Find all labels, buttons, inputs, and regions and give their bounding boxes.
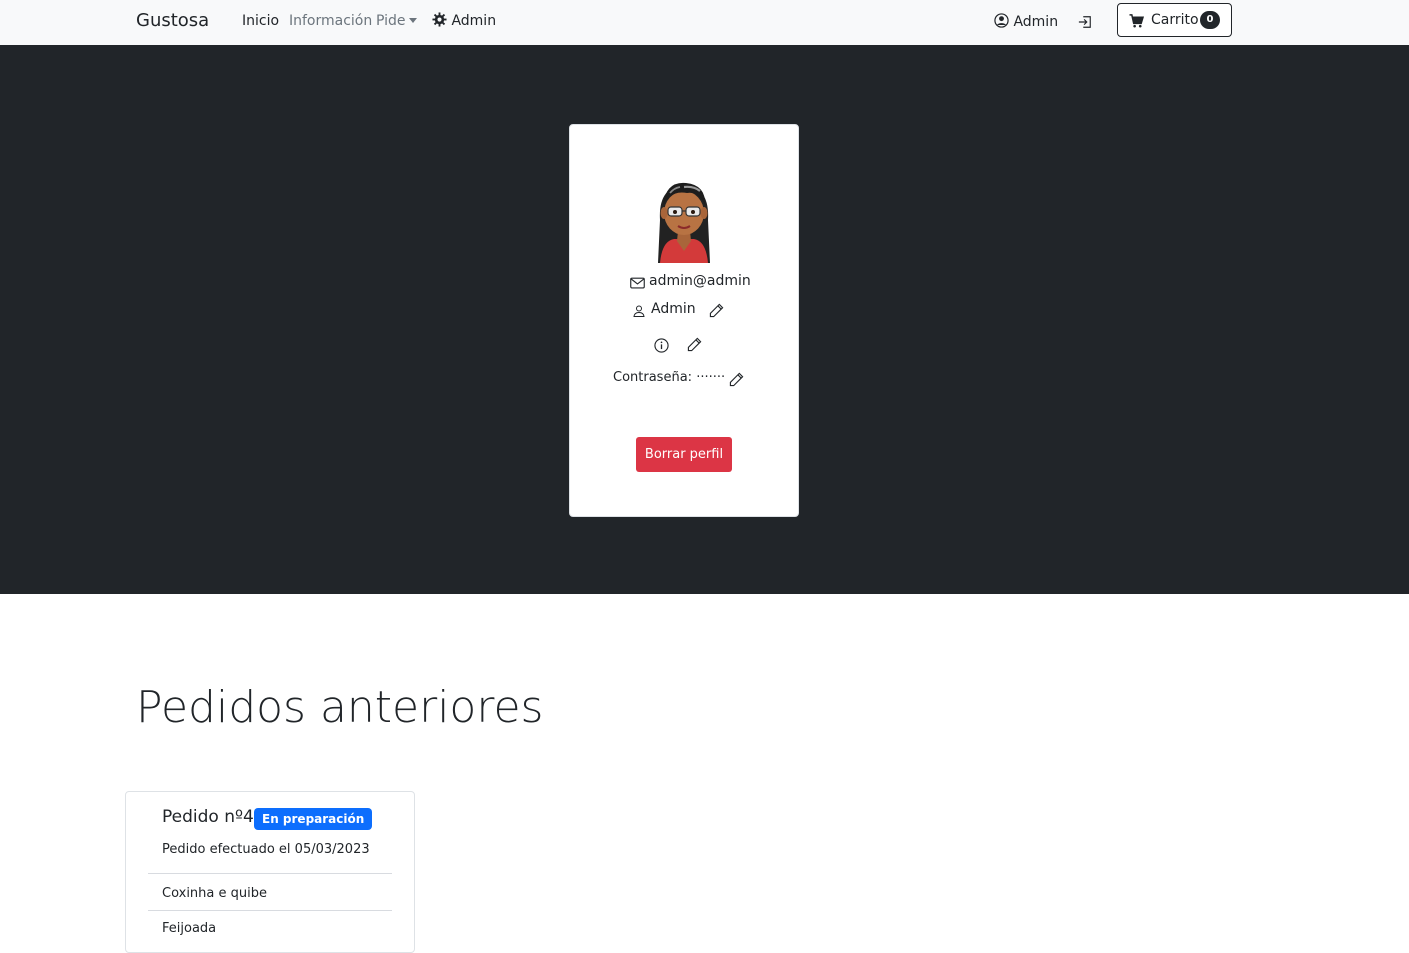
orders-heading: Pedidos anteriores: [136, 682, 544, 733]
delete-profile-button[interactable]: Borrar perfil: [636, 437, 732, 472]
nav-dropdown-label: Pide: [376, 13, 406, 29]
edit-name-pencil-icon[interactable]: [709, 303, 724, 318]
caret-down-icon: [408, 17, 417, 23]
avatar: [658, 182, 710, 263]
password-label-text: Contraseña:: [613, 370, 693, 385]
divider: [148, 910, 392, 911]
order-date: Pedido efectuado el 05/03/2023: [162, 842, 370, 857]
password-label: Contraseña: ·······: [613, 370, 725, 385]
top-navbar: Gustosa Inicio Información Pide Admin Ad…: [0, 0, 1409, 45]
order-title: Pedido nº4: [162, 807, 254, 827]
cart-label: Carrito: [1151, 12, 1199, 28]
order-status-badge: En preparación: [254, 808, 373, 830]
cart-icon: [1129, 14, 1144, 28]
nav-link-informacion[interactable]: Información: [289, 13, 372, 29]
profile-email: admin@admin: [649, 273, 751, 289]
cart-button[interactable]: Carrito 0: [1117, 3, 1232, 37]
order-card: Pedido nº4 En preparación Pedido efectua…: [125, 791, 415, 953]
user-menu-label: Admin: [1013, 14, 1059, 30]
order-product-item: Coxinha e quibe: [162, 886, 267, 901]
login-button[interactable]: [1078, 14, 1092, 33]
user-circle-icon: [994, 13, 1009, 28]
profile-card: admin@admin Admin Contraseña: ······· Bo…: [569, 124, 799, 517]
info-circle-icon: [654, 338, 669, 353]
profile-name: Admin: [651, 301, 696, 317]
order-product-item: Feijoada: [162, 921, 217, 936]
nav-link-inicio[interactable]: Inicio: [242, 13, 279, 29]
brand-logo[interactable]: Gustosa: [136, 10, 209, 31]
envelope-icon: [630, 277, 645, 289]
nav-link-admin-label: Admin: [451, 13, 497, 29]
edit-info-pencil-icon[interactable]: [687, 337, 702, 352]
user-menu[interactable]: Admin: [994, 13, 1058, 30]
nav-link-admin[interactable]: Admin: [432, 12, 496, 29]
edit-password-pencil-icon[interactable]: [729, 372, 744, 387]
divider: [148, 873, 392, 874]
password-mask: ·······: [696, 370, 726, 385]
gear-icon: [432, 12, 447, 27]
login-icon: [1078, 16, 1091, 28]
person-icon: [633, 305, 645, 317]
cart-count-badge: 0: [1200, 11, 1220, 29]
nav-dropdown-pide[interactable]: Pide: [376, 13, 417, 29]
